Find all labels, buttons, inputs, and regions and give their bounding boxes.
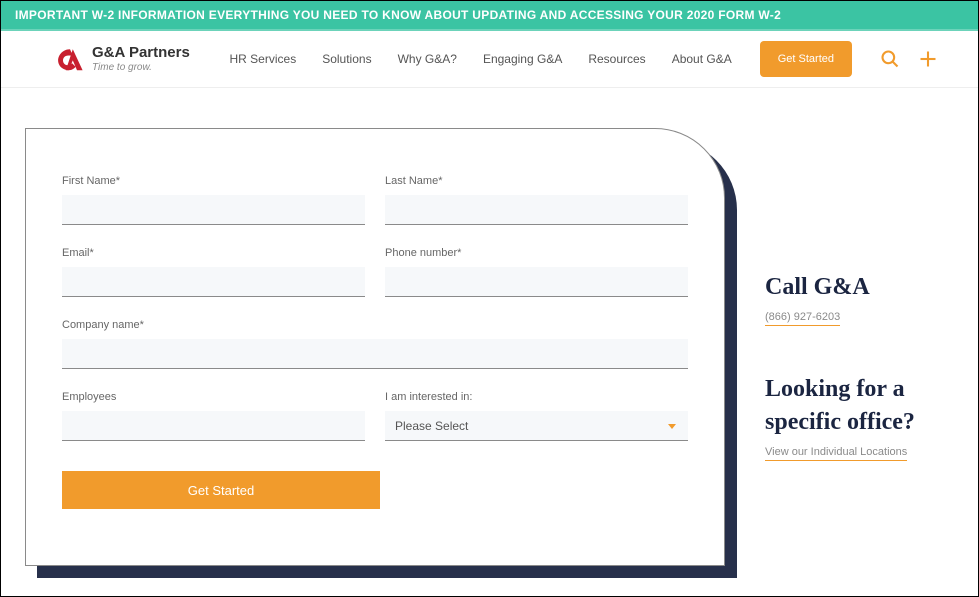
- interest-label: I am interested in:: [385, 391, 688, 403]
- main-nav: HR Services Solutions Why G&A? Engaging …: [230, 52, 732, 66]
- phone-label: Phone number*: [385, 247, 688, 259]
- employees-label: Employees: [62, 391, 365, 403]
- office-heading-line2: specific office?: [765, 409, 915, 436]
- first-name-input[interactable]: [62, 195, 365, 225]
- locations-link[interactable]: View our Individual Locations: [765, 446, 907, 461]
- last-name-input[interactable]: [385, 195, 688, 225]
- email-input[interactable]: [62, 267, 365, 297]
- get-started-button[interactable]: Get Started: [760, 41, 852, 77]
- company-label: Company name*: [62, 319, 688, 331]
- employees-input[interactable]: [62, 411, 365, 441]
- nav-engaging-ga[interactable]: Engaging G&A: [483, 52, 562, 66]
- nav-hr-services[interactable]: HR Services: [230, 52, 297, 66]
- email-label: Email*: [62, 247, 365, 259]
- nav-why-ga[interactable]: Why G&A?: [398, 52, 457, 66]
- office-heading-line1: Looking for a: [765, 376, 915, 403]
- logo-tagline: Time to grow.: [92, 62, 190, 73]
- last-name-label: Last Name*: [385, 175, 688, 187]
- nav-solutions[interactable]: Solutions: [322, 52, 371, 66]
- nav-about-ga[interactable]: About G&A: [672, 52, 732, 66]
- interest-select[interactable]: Please Select: [385, 411, 688, 441]
- sidebar: Call G&A (866) 927-6203 Looking for a sp…: [765, 128, 915, 566]
- logo[interactable]: G&A Partners Time to grow.: [56, 45, 190, 73]
- company-input[interactable]: [62, 339, 688, 369]
- announcement-banner[interactable]: IMPORTANT W-2 INFORMATION EVERYTHING YOU…: [1, 1, 978, 31]
- announcement-text: IMPORTANT W-2 INFORMATION EVERYTHING YOU…: [15, 8, 781, 22]
- phone-input[interactable]: [385, 267, 688, 297]
- submit-button[interactable]: Get Started: [62, 471, 380, 509]
- contact-form-card: First Name* Last Name* Email* Phone numb…: [25, 128, 725, 566]
- call-phone-link[interactable]: (866) 927-6203: [765, 311, 840, 326]
- nav-resources[interactable]: Resources: [588, 52, 645, 66]
- call-heading: Call G&A: [765, 274, 915, 301]
- site-header: G&A Partners Time to grow. HR Services S…: [1, 31, 978, 88]
- plus-icon[interactable]: [918, 49, 938, 69]
- logo-icon: [56, 46, 84, 72]
- first-name-label: First Name*: [62, 175, 365, 187]
- logo-name: G&A Partners: [92, 45, 190, 62]
- search-icon[interactable]: [880, 49, 900, 69]
